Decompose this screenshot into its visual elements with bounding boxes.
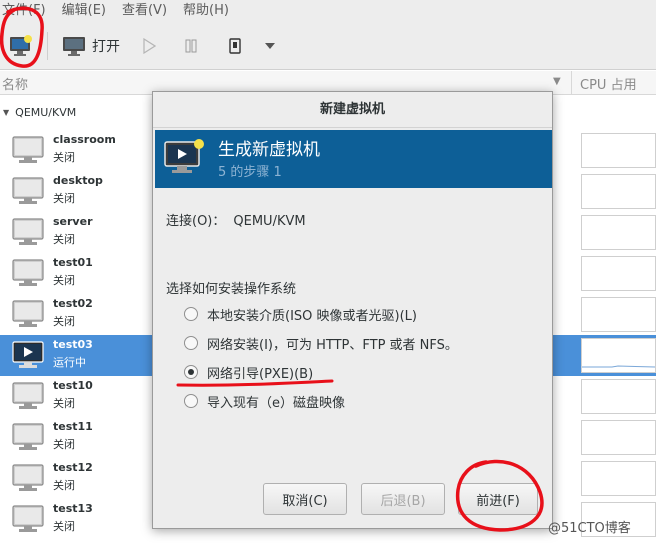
chevron-down-icon: [265, 43, 275, 49]
vm-status: 关闭: [53, 397, 75, 410]
vm-name: test02: [53, 297, 93, 310]
radio-network-install[interactable]: [184, 336, 198, 350]
cpu-usage-graph: [581, 461, 656, 496]
radio-local-media[interactable]: [184, 307, 198, 321]
vm-icon: [12, 382, 44, 409]
cpu-usage-graph: [581, 420, 656, 455]
banner-title: 生成新虚拟机: [218, 140, 320, 160]
vm-name: test01: [53, 256, 93, 269]
vm-status: 关闭: [53, 520, 75, 533]
vm-icon: [12, 177, 44, 204]
dialog-title: 新建虚拟机: [153, 92, 552, 128]
banner-step: 5 的步骤 1: [218, 165, 282, 180]
back-button[interactable]: 后退(B): [361, 483, 445, 515]
vm-icon: [12, 218, 44, 245]
option-label: 本地安装介质(ISO 映像或者光驱)(L): [207, 308, 417, 324]
vm-running-icon: [12, 341, 44, 368]
option-label: 网络引导(PXE)(B): [207, 366, 314, 382]
vm-icon: [12, 259, 44, 286]
run-button[interactable]: [136, 30, 162, 62]
forward-button[interactable]: 前进(F): [458, 483, 538, 515]
column-header-name[interactable]: 名称: [2, 74, 28, 93]
option-label: 网络安装(I)，可为 HTTP、FTP 或者 NFS。: [207, 337, 458, 353]
shutdown-menu-button[interactable]: [260, 30, 280, 62]
vm-name: classroom: [53, 133, 116, 146]
option-label: 导入现有（e）磁盘映像: [207, 395, 345, 411]
monitor-icon: [63, 37, 85, 56]
cpu-usage-graph: [581, 297, 656, 332]
shutdown-icon: [229, 38, 241, 54]
option-network-install[interactable]: 网络安装(I)，可为 HTTP、FTP 或者 NFS。: [184, 333, 458, 353]
cpu-graph-line: [582, 365, 656, 368]
vm-status: 关闭: [53, 479, 75, 492]
radio-import-disk[interactable]: [184, 394, 198, 408]
vm-name: test11: [53, 420, 93, 433]
vm-name: test13: [53, 502, 93, 515]
vm-icon: [12, 505, 44, 532]
new-vm-icon: [164, 139, 204, 173]
group-label: QEMU/KVM: [15, 105, 77, 119]
column-divider: [571, 71, 572, 95]
toolbar-separator: [47, 32, 48, 60]
cpu-usage-graph: [581, 215, 656, 250]
open-label: 打开: [92, 39, 120, 55]
vm-icon: [12, 136, 44, 163]
open-button[interactable]: 打开: [60, 30, 122, 62]
option-import-disk[interactable]: 导入现有（e）磁盘映像: [184, 391, 345, 411]
vm-icon: [12, 423, 44, 450]
vm-name: test03: [53, 338, 93, 351]
pause-button[interactable]: [178, 30, 204, 62]
vm-icon: [12, 300, 44, 327]
play-icon: [143, 38, 156, 54]
option-local-media[interactable]: 本地安装介质(ISO 映像或者光驱)(L): [184, 304, 417, 324]
menu-file[interactable]: 文件(F): [0, 0, 54, 22]
sort-icon[interactable]: ▼: [553, 76, 561, 87]
option-pxe-boot[interactable]: 网络引导(PXE)(B): [184, 362, 313, 382]
vm-status: 关闭: [53, 438, 75, 451]
watermark: @51CTO博客: [548, 521, 631, 536]
vm-status: 关闭: [53, 274, 75, 287]
radio-pxe-boot[interactable]: [184, 365, 198, 379]
connection-group[interactable]: ▼ QEMU/KVM: [0, 103, 76, 121]
cpu-usage-graph: [581, 133, 656, 168]
connection-label: 连接(O)：: [166, 214, 226, 229]
new-vm-icon: [10, 35, 32, 56]
vm-status: 关闭: [53, 192, 75, 205]
vm-status: 关闭: [53, 315, 75, 328]
vm-status: 关闭: [53, 233, 75, 246]
cpu-usage-graph: [581, 338, 656, 373]
install-method-prompt: 选择如何安装操作系统: [166, 282, 297, 297]
vm-name: test10: [53, 379, 93, 392]
menu-view[interactable]: 查看(V): [114, 0, 175, 22]
pause-icon: [185, 39, 197, 53]
cpu-usage-graph: [581, 256, 656, 291]
connection-value: QEMU/KVM: [233, 214, 306, 229]
column-header-cpu[interactable]: CPU 占用: [580, 74, 637, 93]
connection-row: 连接(O)： QEMU/KVM: [166, 210, 306, 229]
new-vm-dialog: 新建虚拟机 生成新虚拟机 5 的步骤 1 连接(O)： QEMU/KVM 选择如何…: [152, 91, 553, 529]
vm-icon: [12, 464, 44, 491]
cancel-button[interactable]: 取消(C): [263, 483, 347, 515]
cpu-usage-graph: [581, 379, 656, 414]
vm-name: test12: [53, 461, 93, 474]
new-vm-button[interactable]: [4, 30, 38, 62]
menu-edit[interactable]: 编辑(E): [54, 0, 114, 22]
toolbar: 打开: [0, 22, 656, 70]
dialog-banner: 生成新虚拟机 5 的步骤 1: [155, 130, 552, 188]
shutdown-button[interactable]: [222, 30, 248, 62]
menu-help[interactable]: 帮助(H): [175, 0, 237, 22]
expander-icon[interactable]: ▼: [3, 108, 9, 117]
vm-status: 关闭: [53, 151, 75, 164]
menubar: 文件(F) 编辑(E) 查看(V) 帮助(H): [0, 0, 656, 22]
vm-status: 运行中: [53, 356, 86, 369]
vm-name: server: [53, 215, 93, 228]
vm-name: desktop: [53, 174, 103, 187]
cpu-usage-graph: [581, 174, 656, 209]
